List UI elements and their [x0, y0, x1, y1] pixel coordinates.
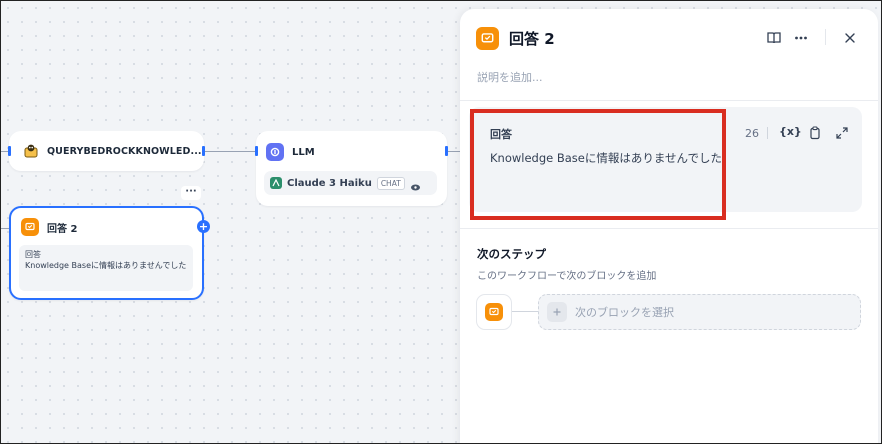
connector-answer-in [1, 228, 9, 229]
select-next-block-label: 次のブロックを選択 [575, 306, 674, 319]
current-block-tile [476, 294, 512, 330]
help-docs-icon[interactable] [766, 30, 782, 46]
node-settings-panel: 回答 2 説明を追加... 回答 26 {x} Knowledge Baseに情… [460, 9, 878, 443]
model-name: Claude 3 Haiku [287, 177, 372, 189]
node-more-button[interactable]: ··· [181, 186, 201, 200]
panel-title[interactable]: 回答 2 [509, 28, 555, 49]
llm-icon [266, 143, 284, 161]
answer-icon [476, 27, 499, 50]
answer-preview: 回答 Knowledge Baseに情報はありませんでした [19, 245, 193, 291]
insert-variable-button[interactable]: {x} [779, 125, 802, 138]
node-querybedrockknowledgebase[interactable]: QUERYBEDROCKKNOWLED... [8, 131, 205, 171]
knowledge-base-icon [23, 143, 39, 159]
section-divider [460, 100, 878, 101]
highlight-box [470, 109, 726, 220]
anthropic-icon [270, 177, 282, 189]
close-icon[interactable] [842, 30, 858, 46]
header-divider [825, 29, 826, 45]
input-handle[interactable] [255, 146, 258, 156]
toolbar-divider [767, 127, 768, 139]
input-handle[interactable] [8, 146, 11, 156]
output-handle[interactable] [445, 146, 448, 156]
node-llm[interactable]: LLM Claude 3 Haiku CHAT [255, 131, 448, 206]
select-next-block-button[interactable]: 次のブロックを選択 [538, 294, 861, 330]
next-block-connector [512, 311, 538, 312]
more-options-icon[interactable] [793, 30, 809, 46]
connector-llm-out [447, 151, 460, 152]
next-step-title: 次のステップ [477, 247, 546, 261]
answer-preview-label: 回答 [25, 250, 41, 259]
mode-badge: CHAT [376, 176, 405, 190]
next-step-description: このワークフローで次のブロックを追加 [477, 271, 657, 282]
description-input[interactable]: 説明を追加... [477, 69, 543, 85]
answer-icon [485, 303, 503, 321]
node-title: QUERYBEDROCKKNOWLED... [47, 145, 202, 157]
eye-icon[interactable] [410, 178, 421, 190]
char-count: 26 [745, 127, 759, 140]
model-selector[interactable]: Claude 3 Haiku CHAT [264, 171, 437, 195]
node-answer-2[interactable]: 回答 2 + 回答 Knowledge Baseに情報はありませんでした [9, 206, 210, 300]
answer-preview-text: Knowledge Baseに情報はありませんでした [25, 260, 187, 270]
copy-icon[interactable] [808, 125, 822, 140]
node-title: LLM [292, 146, 315, 158]
connector-kb-llm [204, 151, 256, 152]
section-divider [460, 228, 878, 229]
expand-icon[interactable] [835, 125, 849, 139]
node-title: 回答 2 [47, 223, 78, 235]
add-next-node-button[interactable]: + [197, 220, 210, 233]
answer-icon [21, 218, 39, 236]
output-handle[interactable] [202, 146, 205, 156]
workflow-editor: QUERYBEDROCKKNOWLED... LLM Claude 3 Haik… [0, 0, 882, 444]
plus-icon [547, 302, 567, 322]
